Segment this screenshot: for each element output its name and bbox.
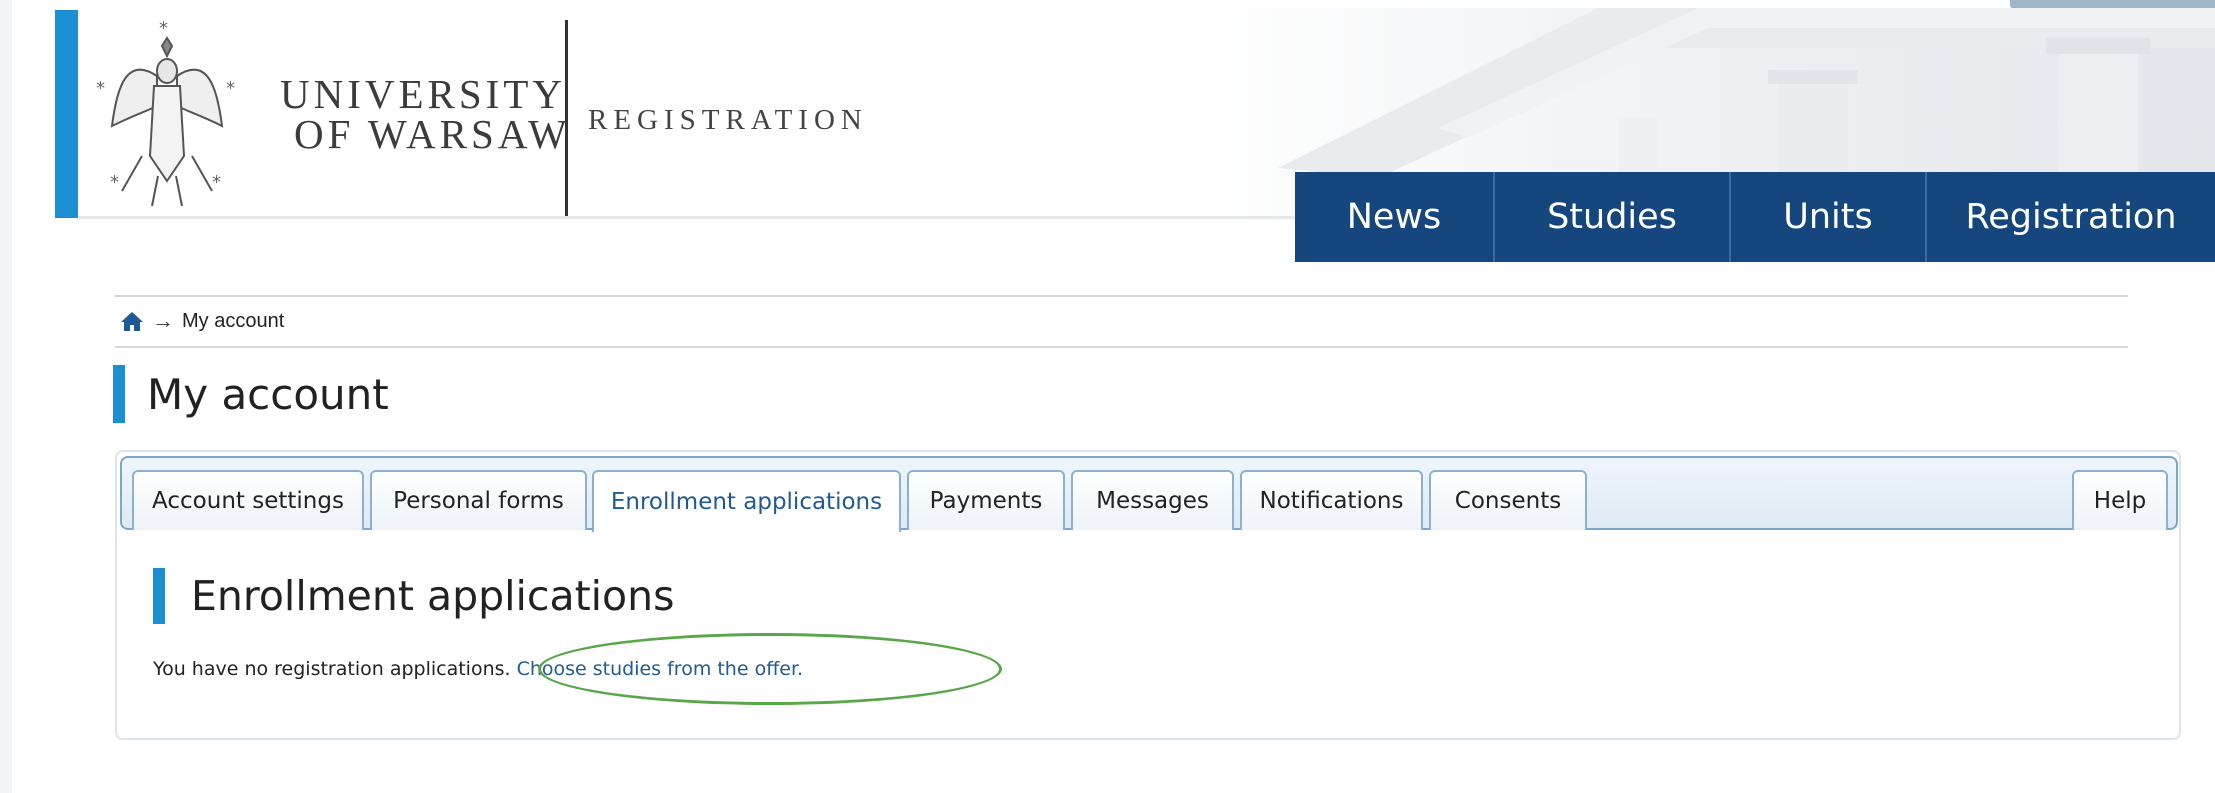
tab-help[interactable]: Help — [2072, 470, 2168, 530]
tab-consents[interactable]: Consents — [1429, 470, 1587, 530]
no-applications-text: You have no registration applications. — [153, 658, 511, 680]
breadcrumb-top-rule — [115, 295, 2128, 297]
tab-enrollment-applications[interactable]: Enrollment applications — [592, 470, 901, 532]
university-name-line1: UNIVERSITY — [280, 71, 566, 117]
university-wordmark: UNIVERSITY OF WARSAW — [280, 71, 571, 157]
breadcrumb: → My account — [120, 308, 284, 334]
nav-units[interactable]: Units — [1731, 172, 1927, 262]
svg-text:*: * — [110, 172, 119, 193]
svg-text:*: * — [226, 78, 235, 99]
header-underline — [78, 216, 1298, 219]
tab-notifications[interactable]: Notifications — [1240, 470, 1423, 530]
svg-text:*: * — [96, 78, 105, 99]
page-title: My account — [147, 369, 389, 419]
university-name-line2: OF WARSAW — [294, 111, 571, 157]
eagle-emblem-logo: * * * * * — [96, 18, 235, 207]
section-title-block: Enrollment applications — [153, 568, 675, 624]
breadcrumb-bottom-rule — [115, 346, 2128, 348]
title-accent-bar — [113, 365, 125, 423]
tab-messages[interactable]: Messages — [1071, 470, 1234, 530]
tab-bar: Account settings Personal forms Enrollme… — [120, 456, 2178, 532]
registration-label: REGISTRATION — [588, 104, 868, 136]
tab-account-settings[interactable]: Account settings — [132, 470, 364, 530]
arrow-right-icon: → — [152, 308, 174, 333]
tab-payments[interactable]: Payments — [907, 470, 1065, 530]
tab-personal-forms[interactable]: Personal forms — [370, 470, 587, 530]
section-title: Enrollment applications — [191, 572, 675, 620]
header-accent-strip — [55, 10, 78, 218]
nav-studies[interactable]: Studies — [1495, 172, 1731, 262]
home-icon[interactable] — [120, 310, 144, 332]
section-accent-bar — [153, 568, 165, 624]
svg-text:*: * — [212, 172, 221, 193]
page-title-block: My account — [113, 365, 389, 423]
breadcrumb-current[interactable]: My account — [182, 310, 284, 333]
svg-text:*: * — [159, 18, 168, 39]
account-panel: Account settings Personal forms Enrollme… — [115, 450, 2181, 740]
nav-registration[interactable]: Registration — [1927, 172, 2215, 262]
main-navigation: News Studies Units Registration — [1295, 172, 2215, 262]
empty-state-message: You have no registration applications. Ch… — [153, 658, 803, 680]
left-edge — [0, 0, 12, 793]
nav-news[interactable]: News — [1295, 172, 1495, 262]
header-divider — [565, 20, 568, 216]
choose-studies-link[interactable]: Choose studies from the offer. — [517, 658, 804, 680]
